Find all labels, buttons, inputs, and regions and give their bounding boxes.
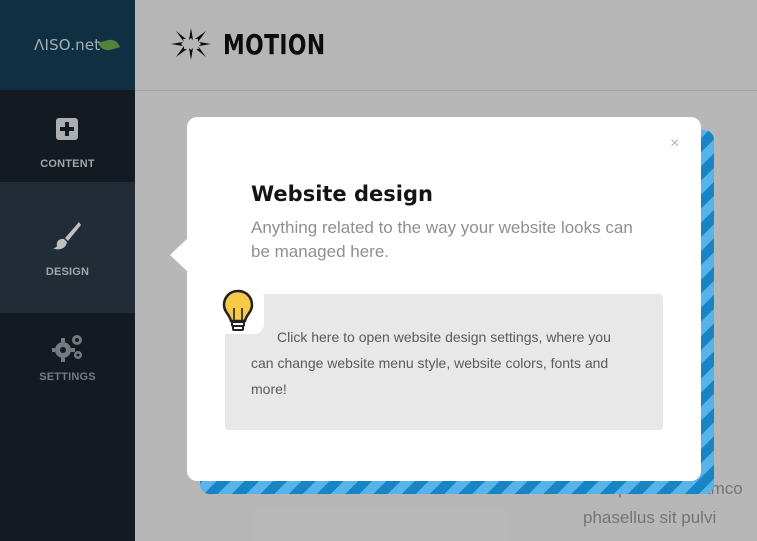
popup-pointer-arrow <box>170 238 188 272</box>
close-icon[interactable]: × <box>670 135 679 153</box>
hint-text-content: Click here to open website design settin… <box>251 329 611 397</box>
popup-title: Website design <box>251 182 433 206</box>
popup-description: Anything related to the way your website… <box>251 218 633 261</box>
lightbulb-icon <box>222 289 254 331</box>
hint-text: Click here to open website design settin… <box>251 324 631 402</box>
